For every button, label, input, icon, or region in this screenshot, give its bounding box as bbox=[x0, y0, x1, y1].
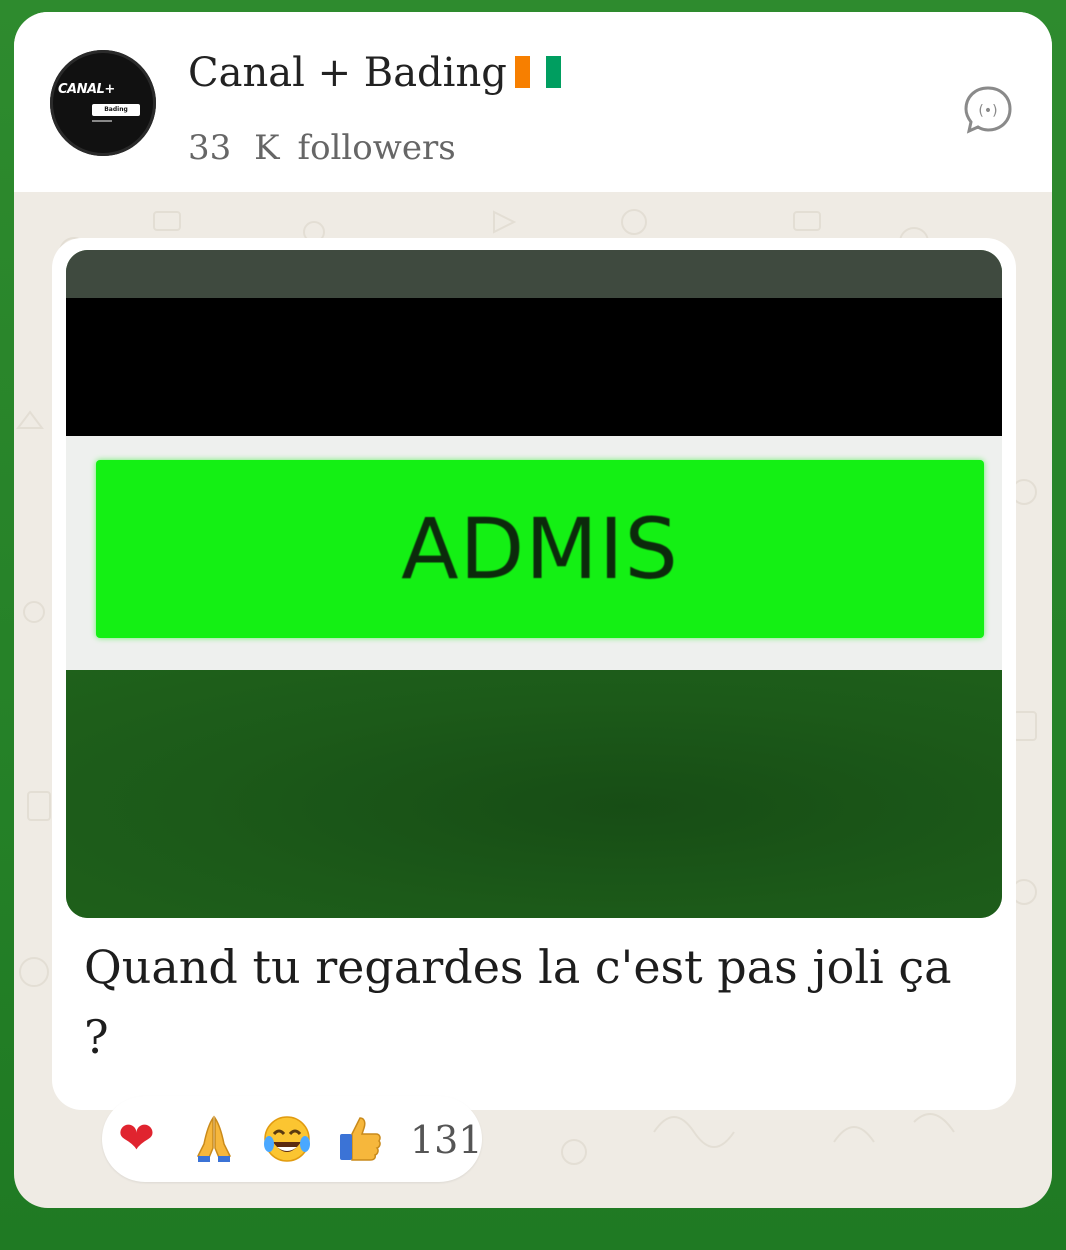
channel-name-text: Canal + Bading bbox=[188, 50, 507, 96]
channel-header[interactable]: CANAL+ Bading Canal + Bading 33 K followe… bbox=[14, 12, 1052, 192]
avatar-logo-subtext: Bading bbox=[92, 104, 140, 116]
followers-label: followers bbox=[297, 128, 456, 168]
image-dark-green-band bbox=[66, 670, 1002, 918]
ivory-coast-flag-icon bbox=[514, 56, 561, 88]
avatar-logo-line bbox=[92, 120, 112, 122]
svg-text:(•): (•) bbox=[978, 103, 997, 119]
channel-post-card: CANAL+ Bading Canal + Bading 33 K followe… bbox=[14, 12, 1052, 1208]
channel-avatar[interactable]: CANAL+ Bading bbox=[50, 50, 156, 156]
post-image[interactable]: ADMIS bbox=[66, 250, 1002, 918]
heart-icon: ❤ bbox=[118, 1113, 155, 1164]
image-black-bar bbox=[66, 298, 1002, 436]
reaction-count: 131 bbox=[410, 1118, 483, 1162]
image-top-bar bbox=[66, 250, 1002, 298]
avatar-logo-text: CANAL+ bbox=[58, 82, 115, 97]
followers-count: 33 K bbox=[188, 128, 280, 168]
channel-message-bubble[interactable]: ADMIS Quand tu regardes la c'est pas jol… bbox=[52, 238, 1016, 1110]
admis-result-box: ADMIS bbox=[96, 460, 984, 638]
channel-chat-icon[interactable]: (•) bbox=[962, 84, 1014, 136]
channel-name[interactable]: Canal + Bading bbox=[188, 50, 561, 96]
reactions-bar[interactable]: ❤ 131 bbox=[102, 1096, 483, 1182]
post-caption: Quand tu regardes la c'est pas joli ça ? bbox=[84, 940, 952, 1064]
tears-of-joy-icon bbox=[262, 1114, 312, 1175]
thumbs-up-icon bbox=[334, 1114, 384, 1175]
followers-info: 33 K followers bbox=[188, 128, 456, 168]
admis-label: ADMIS bbox=[401, 500, 679, 598]
folded-hands-icon bbox=[192, 1114, 236, 1175]
